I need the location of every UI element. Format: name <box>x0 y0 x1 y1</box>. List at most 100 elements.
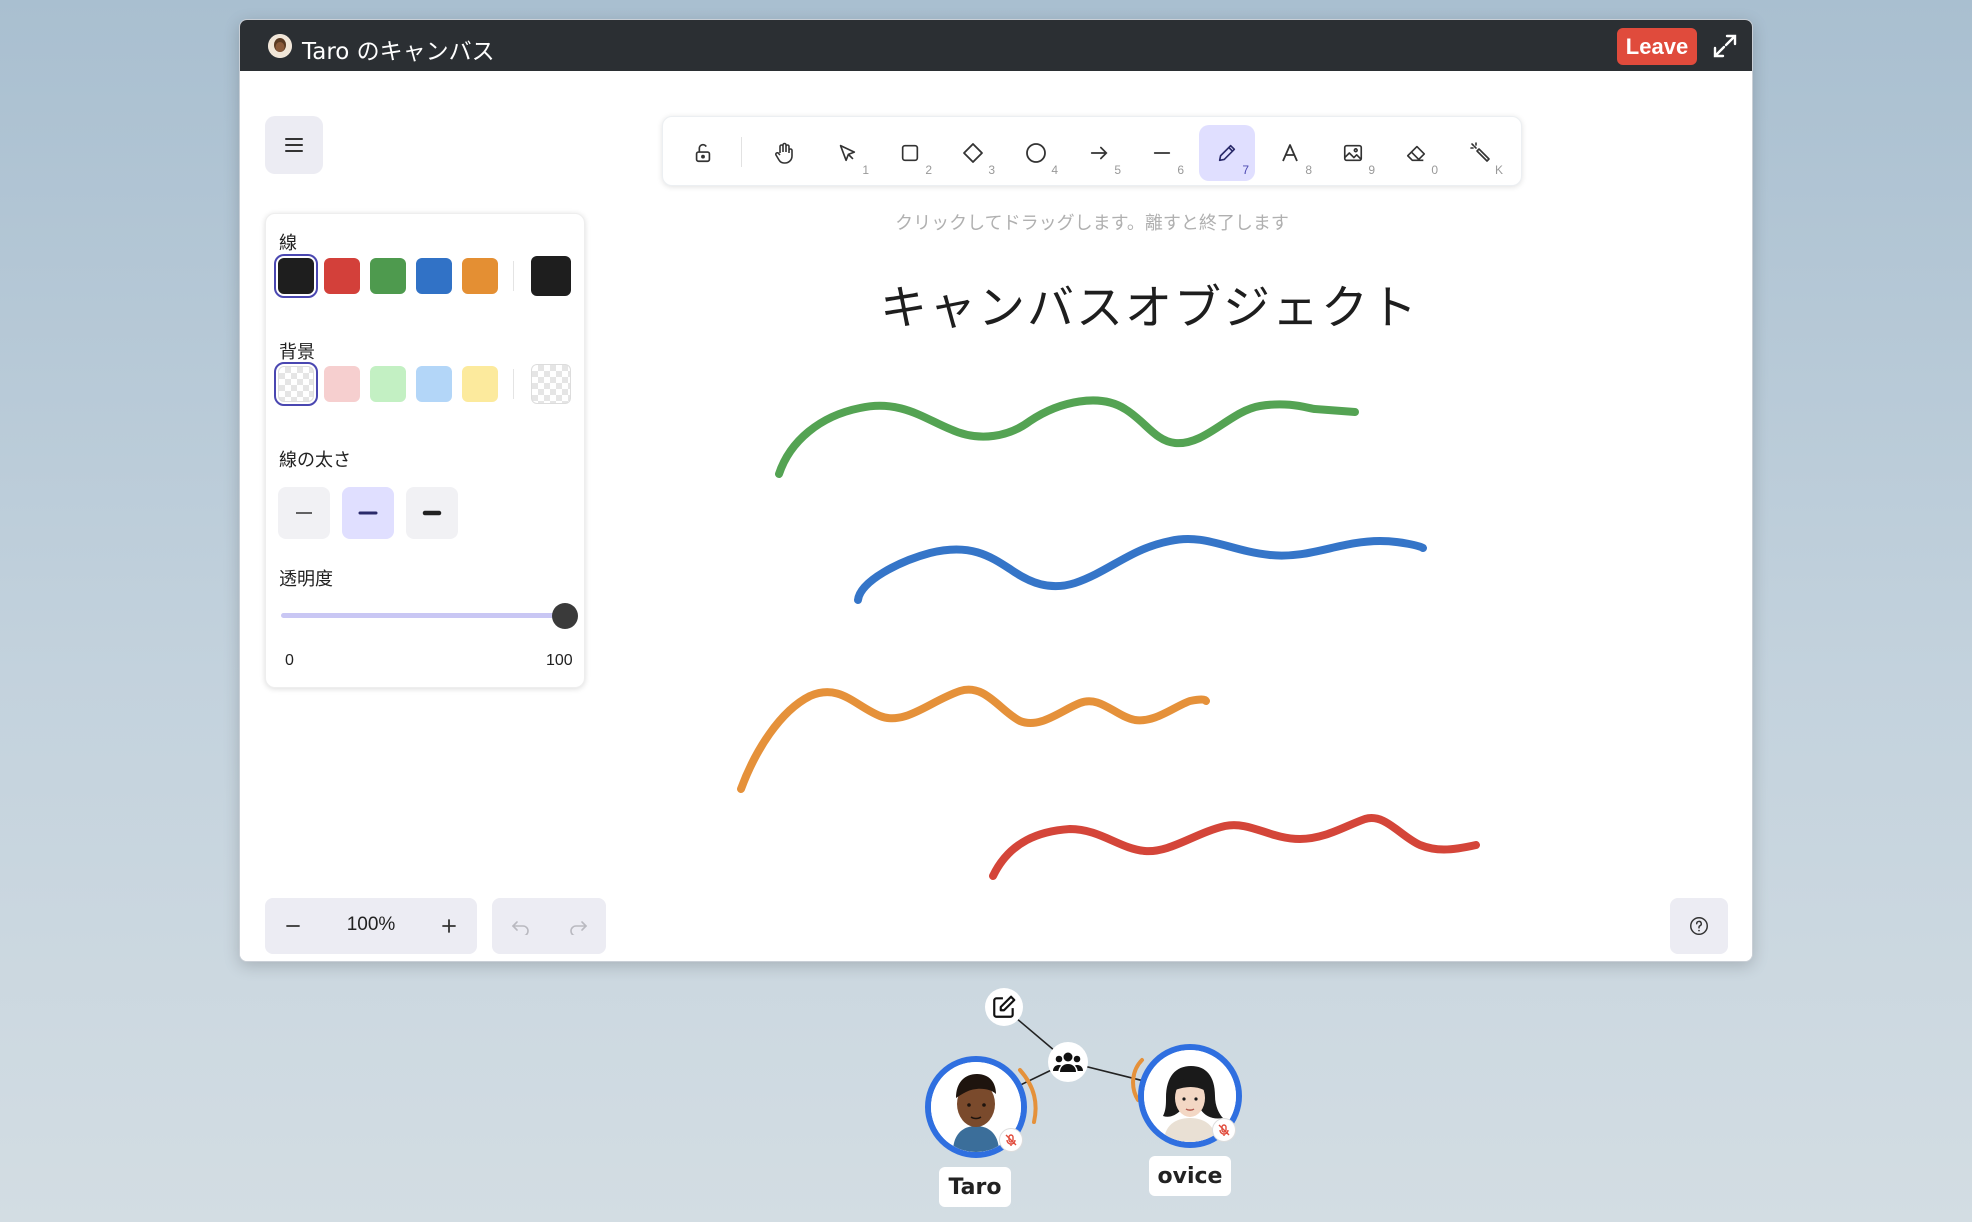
hamburger-icon <box>285 138 303 152</box>
tool-selection[interactable]: 1 <box>819 125 875 181</box>
stroke-swatch-blue[interactable] <box>416 258 452 294</box>
participant-name-taro: Taro <box>939 1167 1011 1207</box>
pencil-icon <box>1218 144 1236 162</box>
blue-stroke <box>854 534 1427 604</box>
swatch-divider <box>513 369 514 399</box>
canvas-window: Taro のキャンバス Leave キャンバスオブジェクト 1 2 3 4 5 … <box>239 19 1753 962</box>
participants-area: Taro ovice <box>0 962 1972 1222</box>
canvas-text-object[interactable]: キャンバスオブジェクト <box>880 269 1419 338</box>
stroke-swatch-orange[interactable] <box>462 258 498 294</box>
laser-pointer-icon <box>1470 142 1490 162</box>
tool-key: 9 <box>1368 163 1375 177</box>
tool-key: 7 <box>1242 163 1249 177</box>
tool-image[interactable]: 9 <box>1325 125 1381 181</box>
arrow-icon <box>1090 146 1108 160</box>
hand-icon <box>775 142 793 164</box>
pointer-icon <box>839 144 856 162</box>
undo-button[interactable] <box>492 898 549 954</box>
stroke-width-bold[interactable] <box>342 487 394 539</box>
tool-key: 5 <box>1114 163 1121 177</box>
zoom-level[interactable]: 100% <box>321 914 421 936</box>
tool-ellipse[interactable]: 4 <box>1008 125 1064 181</box>
participant-name-ovice: ovice <box>1149 1156 1231 1196</box>
tool-diamond[interactable]: 3 <box>945 125 1001 181</box>
tool-hand[interactable] <box>756 125 812 181</box>
zoom-controls: 100% <box>265 898 477 954</box>
tool-key: 3 <box>988 163 995 177</box>
stroke-swatch-green[interactable] <box>370 258 406 294</box>
tool-hint: クリックしてドラッグします。離すと終了します <box>895 213 1289 234</box>
eraser-icon <box>1406 145 1426 162</box>
undo-icon <box>511 921 529 935</box>
muted-mic-icon <box>1212 1118 1236 1142</box>
ellipse-icon <box>1026 143 1046 163</box>
expand-icon[interactable] <box>1710 31 1740 61</box>
tool-key: 2 <box>925 163 932 177</box>
minus-icon <box>286 925 300 927</box>
tool-key: 1 <box>862 163 869 177</box>
opacity-slider-track[interactable] <box>281 613 566 618</box>
tool-toolbar: 1 2 3 4 5 6 7 8 9 0 K <box>662 116 1522 186</box>
leave-button[interactable]: Leave <box>1617 28 1697 65</box>
title-avatar <box>268 34 292 58</box>
tool-line[interactable]: 6 <box>1134 125 1190 181</box>
group-node[interactable] <box>1048 1042 1088 1082</box>
redo-button[interactable] <box>549 898 606 954</box>
background-swatch-red[interactable] <box>324 366 360 402</box>
background-swatch-transparent[interactable] <box>274 362 318 406</box>
orange-stroke <box>737 685 1210 793</box>
properties-panel: 線 背景 線の太さ 透明度 0 100 <box>265 213 585 688</box>
muted-mic-icon <box>999 1128 1023 1152</box>
tool-lock[interactable] <box>675 125 731 181</box>
stroke-swatch-red[interactable] <box>324 258 360 294</box>
rectangle-icon <box>901 144 919 162</box>
background-swatch-yellow[interactable] <box>462 366 498 402</box>
image-icon <box>1343 144 1363 162</box>
stroke-label: 線 <box>279 233 297 254</box>
tool-draw[interactable]: 7 <box>1199 125 1255 181</box>
tool-rectangle[interactable]: 2 <box>882 125 938 181</box>
opacity-max: 100 <box>546 652 573 669</box>
edit-node[interactable] <box>985 988 1023 1026</box>
drawing-canvas[interactable]: キャンバスオブジェクト 1 2 3 4 5 6 7 8 9 0 K クリックして… <box>240 71 1752 961</box>
help-button[interactable] <box>1670 898 1728 954</box>
tool-key: 4 <box>1051 163 1058 177</box>
title-bar: Taro のキャンバス Leave <box>240 20 1752 71</box>
swatch-divider <box>513 261 514 291</box>
unlock-icon <box>695 143 711 163</box>
tool-arrow[interactable]: 5 <box>1071 125 1127 181</box>
opacity-slider-thumb[interactable] <box>552 603 578 629</box>
tool-laser[interactable]: K <box>1453 125 1509 181</box>
zoom-out-button[interactable] <box>265 898 321 954</box>
stroke-width-extra-bold[interactable] <box>406 487 458 539</box>
plus-icon <box>442 919 456 933</box>
green-stroke <box>775 396 1359 478</box>
tool-key: K <box>1494 163 1503 177</box>
tool-key: 6 <box>1177 163 1184 177</box>
redo-icon <box>569 921 587 935</box>
opacity-min: 0 <box>285 652 294 669</box>
stroke-current-color[interactable] <box>531 256 571 296</box>
red-stroke <box>989 814 1480 880</box>
stroke-width-label: 線の太さ <box>279 450 351 471</box>
edit-icon <box>993 995 1016 1018</box>
window-title: Taro のキャンバス <box>302 39 495 65</box>
stroke-swatch-black[interactable] <box>274 254 318 298</box>
text-icon <box>1282 144 1298 162</box>
tool-key: 8 <box>1305 163 1312 177</box>
background-swatch-blue[interactable] <box>416 366 452 402</box>
main-menu-button[interactable] <box>265 116 323 174</box>
help-icon <box>1690 917 1708 935</box>
diamond-icon <box>963 143 983 163</box>
background-current-color[interactable] <box>531 364 571 404</box>
history-controls <box>492 898 606 954</box>
tool-eraser[interactable]: 0 <box>1388 125 1444 181</box>
line-icon <box>1153 152 1171 154</box>
toolbar-divider <box>741 137 742 167</box>
tool-text[interactable]: 8 <box>1262 125 1318 181</box>
stroke-width-thin[interactable] <box>278 487 330 539</box>
zoom-in-button[interactable] <box>421 898 477 954</box>
tool-key: 0 <box>1431 163 1438 177</box>
background-swatch-green[interactable] <box>370 366 406 402</box>
group-icon <box>1053 1052 1083 1072</box>
